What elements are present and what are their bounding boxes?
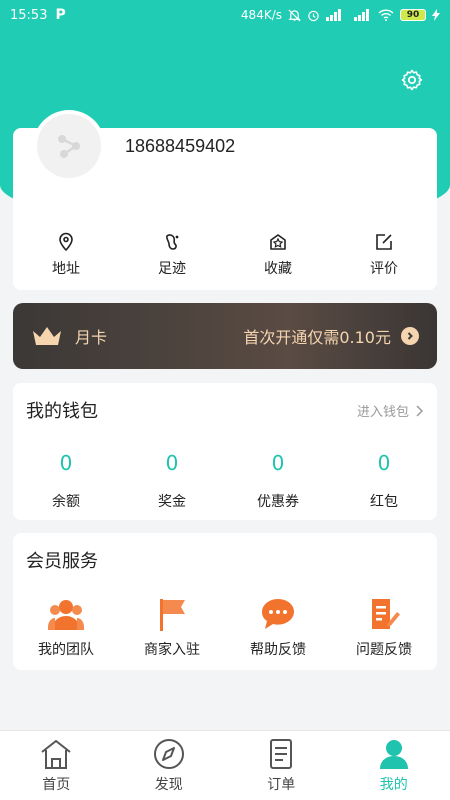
member-item-team[interactable]: 我的团队	[13, 597, 119, 659]
signal-2-icon	[354, 9, 369, 21]
chat-bubble-icon	[262, 599, 294, 629]
member-service-section: 会员服务 我的团队 商家入驻 帮助反馈 问题反馈	[13, 533, 437, 670]
wallet-item-bonus[interactable]: 0 奖金	[119, 451, 225, 511]
share-node-icon	[58, 135, 80, 158]
wallet-item-red-packets[interactable]: 0 红包	[331, 451, 437, 511]
monthly-card-banner[interactable]: 月卡 首次开通仅需0.10元	[13, 303, 437, 369]
network-speed: 484K/s	[240, 8, 282, 22]
member-item-label: 帮助反馈	[250, 642, 306, 658]
avatar[interactable]	[37, 114, 101, 178]
status-bar: 15:53 P 484K/s 90	[0, 0, 450, 30]
edit-review-icon	[376, 234, 392, 250]
member-item-label: 问题反馈	[356, 642, 412, 658]
signal-icon	[326, 9, 341, 21]
nav-label: 发现	[154, 776, 183, 793]
nav-orders[interactable]: 订单	[225, 731, 338, 800]
nav-home[interactable]: 首页	[0, 731, 113, 800]
enter-wallet-label: 进入钱包	[356, 405, 409, 420]
member-service-items: 我的团队 商家入驻 帮助反馈 问题反馈	[13, 597, 437, 659]
nav-mine[interactable]: 我的	[338, 731, 450, 800]
wallet-label: 奖金	[158, 494, 186, 510]
profile-card: 18688459402 地址 足迹 收藏 评价	[13, 114, 437, 290]
chevron-right-icon	[401, 327, 419, 345]
member-service-title: 会员服务	[26, 551, 98, 572]
quick-action-label: 地址	[52, 261, 80, 277]
favorite-box-icon	[270, 234, 286, 250]
charging-icon	[432, 9, 440, 21]
wallet-value: 0	[59, 451, 73, 475]
wifi-icon	[378, 9, 394, 21]
nav-discover[interactable]: 发现	[113, 731, 226, 800]
status-time: 15:53	[10, 7, 48, 23]
quick-action-address[interactable]: 地址	[13, 232, 119, 278]
wallet-label: 余额	[52, 494, 80, 510]
nav-label: 我的	[379, 776, 408, 793]
monthly-card-title: 月卡	[75, 328, 108, 347]
member-item-label: 我的团队	[38, 642, 94, 658]
member-item-label: 商家入驻	[144, 642, 200, 658]
settings-gear-icon[interactable]	[400, 68, 424, 92]
quick-action-review[interactable]: 评价	[331, 232, 437, 278]
wallet-item-balance[interactable]: 0 余额	[13, 451, 119, 511]
quick-action-favorites[interactable]: 收藏	[225, 232, 331, 278]
enter-wallet-link[interactable]: 进入钱包	[357, 401, 423, 420]
alarm-icon	[308, 10, 319, 21]
wallet-title: 我的钱包	[26, 401, 98, 422]
flag-icon	[160, 599, 185, 631]
footprint-icon	[166, 234, 179, 250]
quick-actions: 地址 足迹 收藏 评价	[13, 232, 437, 278]
order-list-icon	[270, 738, 293, 769]
monthly-card-promo: 首次开通仅需0.10元	[243, 324, 419, 348]
chevron-right-icon	[416, 404, 423, 417]
battery-indicator: 90	[400, 9, 426, 21]
app-notification-icon: P	[55, 7, 66, 23]
quick-action-label: 收藏	[264, 261, 292, 277]
wallet-value: 0	[271, 451, 285, 475]
wallet-items: 0 余额 0 奖金 0 优惠券 0 红包	[13, 451, 437, 511]
monthly-card-promo-text: 首次开通仅需0.10元	[243, 328, 391, 347]
wallet-value: 0	[165, 451, 179, 475]
member-item-issue-feedback[interactable]: 问题反馈	[331, 597, 437, 659]
location-pin-icon	[59, 232, 73, 252]
home-icon	[41, 739, 71, 769]
team-icon	[48, 600, 84, 630]
nav-label: 首页	[42, 776, 71, 793]
user-icon	[379, 739, 408, 769]
wallet-value: 0	[377, 451, 391, 475]
crown-icon	[33, 327, 61, 345]
wallet-label: 红包	[370, 494, 398, 510]
wallet-item-coupons[interactable]: 0 优惠券	[225, 451, 331, 511]
nav-label: 订单	[267, 776, 296, 793]
wallet-label: 优惠券	[257, 494, 299, 510]
mute-icon	[288, 9, 301, 21]
bottom-navigation: 首页 发现 订单 我的	[0, 730, 450, 800]
document-edit-icon	[372, 599, 400, 629]
quick-action-label: 足迹	[158, 261, 186, 277]
user-phone: 18688459402	[125, 136, 236, 156]
wallet-section: 我的钱包 进入钱包 0 余额 0 奖金 0 优惠券 0 红包	[13, 383, 437, 520]
compass-icon	[153, 738, 184, 769]
quick-action-footprint[interactable]: 足迹	[119, 232, 225, 278]
quick-action-label: 评价	[370, 261, 398, 277]
member-item-help[interactable]: 帮助反馈	[225, 597, 331, 659]
member-item-merchant[interactable]: 商家入驻	[119, 597, 225, 659]
